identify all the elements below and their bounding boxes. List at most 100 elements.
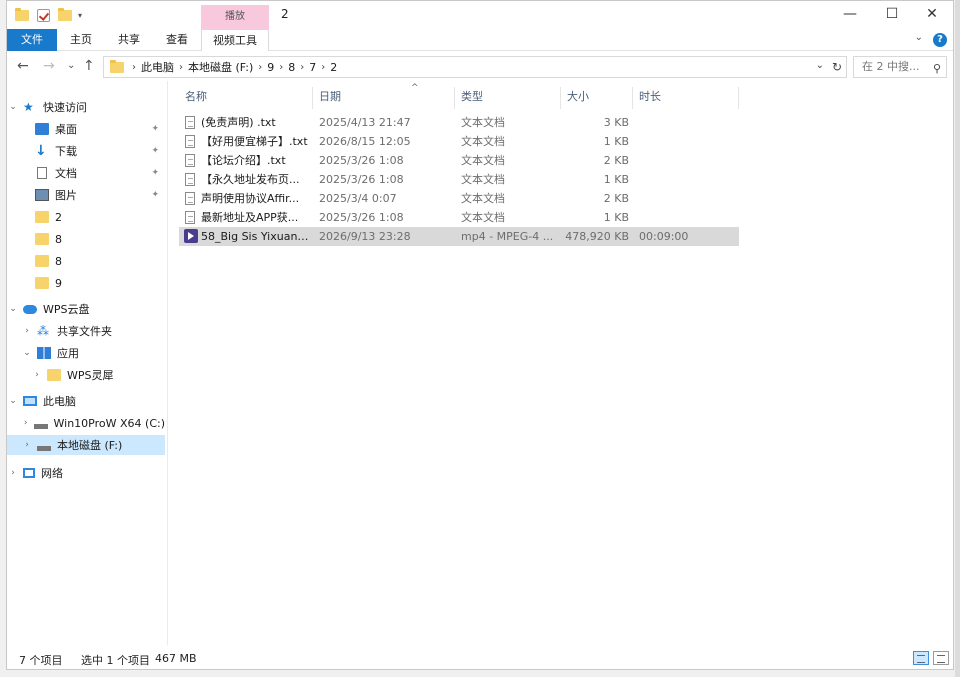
file-type: mp4 - MPEG-4 ... xyxy=(461,230,554,243)
quick-access-toolbar: ▾ xyxy=(15,7,82,23)
breadcrumb-drive-f[interactable]: 本地磁盘 (F:) xyxy=(188,59,253,75)
pictures-icon xyxy=(35,189,49,201)
file-size: 478,920 KB xyxy=(565,230,629,243)
address-bar[interactable]: › 此电脑 › 本地磁盘 (F:) › 9 › 8 › 7 › 2 ⌄ ↻ xyxy=(103,56,847,78)
large-icons-view-icon[interactable] xyxy=(933,651,949,665)
search-icon[interactable]: ⚲ xyxy=(933,59,941,79)
refresh-icon[interactable]: ↻ xyxy=(832,60,842,74)
close-button[interactable]: ✕ xyxy=(909,1,953,29)
folder-icon xyxy=(35,211,49,223)
sidebar-item-pictures[interactable]: 图片 ✦ xyxy=(7,185,165,205)
properties-icon[interactable] xyxy=(37,8,50,22)
file-size: 2 KB xyxy=(603,192,629,205)
table-row[interactable]: 【好用便宜梯子】.txt 2026/8/15 12:05 文本文档 1 KB xyxy=(179,132,739,151)
file-size: 1 KB xyxy=(603,211,629,224)
sidebar-item-wps-lingxi[interactable]: › WPS灵犀 xyxy=(7,365,165,385)
sidebar-item-desktop[interactable]: 桌面 ✦ xyxy=(7,119,165,139)
sidebar-item-shared-folder[interactable]: › ⁂ 共享文件夹 xyxy=(7,321,165,341)
tab-file[interactable]: 文件 xyxy=(7,29,57,51)
drive-icon xyxy=(37,445,51,451)
folder-icon xyxy=(35,255,49,267)
text-file-icon xyxy=(185,135,195,148)
table-row[interactable]: 58_Big Sis YixuanF... 2026/9/13 23:28 mp4 … xyxy=(179,227,739,246)
tab-view[interactable]: 查看 xyxy=(157,29,197,51)
file-date: 2026/9/13 23:28 xyxy=(319,230,411,243)
table-row[interactable]: (免责声明) .txt 2025/4/13 21:47 文本文档 3 KB xyxy=(179,113,739,132)
sidebar-item-this-pc[interactable]: ⌄ 此电脑 xyxy=(7,391,165,411)
pane-splitter[interactable] xyxy=(167,81,168,645)
up-button[interactable]: ↑ xyxy=(83,58,95,74)
folder-icon xyxy=(47,369,61,381)
pin-icon: ✦ xyxy=(151,146,159,156)
recent-locations-button[interactable]: ⌄ xyxy=(67,60,75,71)
sidebar-item-folder-9[interactable]: 9 xyxy=(7,273,165,293)
help-icon[interactable]: ? xyxy=(933,33,947,47)
sidebar-item-folder-8b[interactable]: 8 xyxy=(7,251,165,271)
tab-share[interactable]: 共享 xyxy=(109,29,149,51)
table-row[interactable]: 最新地址及APP获... 2025/3/26 1:08 文本文档 1 KB xyxy=(179,208,739,227)
breadcrumb-this-pc[interactable]: 此电脑 xyxy=(141,59,174,75)
breadcrumb-8[interactable]: 8 xyxy=(288,61,295,74)
sidebar-item-network[interactable]: › 网络 xyxy=(7,463,165,483)
table-row[interactable]: 【永久地址发布页... 2025/3/26 1:08 文本文档 1 KB xyxy=(179,170,739,189)
chevron-right-icon[interactable]: › xyxy=(31,370,43,380)
new-folder-icon[interactable] xyxy=(58,7,72,21)
back-button[interactable]: ← xyxy=(17,58,29,74)
chevron-right-icon[interactable]: › xyxy=(21,326,33,336)
ribbon-tabs: 文件 主页 共享 查看 视频工具 ⌄ ? xyxy=(7,29,953,51)
status-bar: 7 个项目 选中 1 个项目 467 MB xyxy=(7,647,953,669)
breadcrumb-2[interactable]: 2 xyxy=(330,61,337,74)
title-bar: ▾ 播放 2 — ☐ ✕ xyxy=(7,1,953,29)
document-icon xyxy=(37,167,47,179)
details-view-icon[interactable] xyxy=(913,651,929,665)
column-header-size[interactable]: 大小 xyxy=(561,87,633,109)
sidebar-item-apps[interactable]: ⌄ 应用 xyxy=(7,343,165,363)
column-header-duration[interactable]: 时长 xyxy=(633,87,739,109)
file-size: 1 KB xyxy=(603,173,629,186)
navigation-bar: ← → ⌄ ↑ › 此电脑 › 本地磁盘 (F:) › 9 › 8 › 7 › … xyxy=(7,53,953,81)
chevron-right-icon[interactable]: › xyxy=(7,468,19,478)
computer-icon xyxy=(23,396,37,406)
file-duration: 00:09:00 xyxy=(639,230,689,243)
sidebar-item-documents[interactable]: 文档 ✦ xyxy=(7,163,165,183)
sidebar-item-drive-f[interactable]: › 本地磁盘 (F:) xyxy=(7,435,165,455)
pin-icon: ✦ xyxy=(151,168,159,178)
file-date: 2025/3/26 1:08 xyxy=(319,173,404,186)
chevron-down-icon[interactable]: ⌄ xyxy=(7,396,19,406)
folder-icon xyxy=(35,233,49,245)
chevron-down-icon[interactable]: ⌄ xyxy=(816,60,824,71)
search-input[interactable]: 在 2 中搜... ⚲ xyxy=(853,56,947,78)
drive-icon xyxy=(33,423,48,429)
share-icon: ⁂ xyxy=(37,324,49,338)
table-row[interactable]: 声明使用协议Affir... 2025/3/4 0:07 文本文档 2 KB xyxy=(179,189,739,208)
file-type: 文本文档 xyxy=(461,135,505,148)
text-file-icon xyxy=(185,192,195,205)
table-row[interactable]: 【论坛介绍】.txt 2025/3/26 1:08 文本文档 2 KB xyxy=(179,151,739,170)
chevron-down-icon[interactable]: ⌄ xyxy=(21,348,33,358)
tab-home[interactable]: 主页 xyxy=(61,29,101,51)
sidebar-item-downloads[interactable]: ↓ 下载 ✦ xyxy=(7,141,165,161)
breadcrumb-9[interactable]: 9 xyxy=(267,61,274,74)
chevron-right-icon[interactable]: › xyxy=(21,440,33,450)
file-type: 文本文档 xyxy=(461,192,505,205)
breadcrumb-7[interactable]: 7 xyxy=(309,61,316,74)
background-window-edge xyxy=(955,0,960,677)
column-header-date[interactable]: 日期 xyxy=(313,87,455,109)
file-size: 1 KB xyxy=(603,135,629,148)
column-header-type[interactable]: 类型 xyxy=(455,87,561,109)
customize-qa-icon[interactable]: ▾ xyxy=(78,11,82,20)
sidebar-item-folder-8[interactable]: 8 xyxy=(7,229,165,249)
forward-button[interactable]: → xyxy=(43,58,55,74)
minimize-button[interactable]: — xyxy=(827,1,873,29)
column-header-name[interactable]: 名称 xyxy=(179,87,313,109)
file-name: 【永久地址发布页... xyxy=(201,173,300,186)
chevron-right-icon[interactable]: › xyxy=(21,418,30,428)
chevron-down-icon[interactable]: ⌄ xyxy=(7,304,19,314)
sidebar-item-folder-2[interactable]: 2 xyxy=(7,207,165,227)
sidebar-item-drive-c[interactable]: › Win10ProW X64 (C:) xyxy=(7,413,165,433)
chevron-down-icon[interactable]: ⌄ xyxy=(7,102,19,112)
tab-video-tools[interactable]: 视频工具 xyxy=(201,29,269,51)
chevron-down-icon[interactable]: ⌄ xyxy=(915,32,923,43)
sidebar-item-wps-cloud[interactable]: ⌄ WPS云盘 xyxy=(7,299,165,319)
sidebar-item-quick-access[interactable]: ⌄ ★ 快速访问 xyxy=(7,97,165,117)
